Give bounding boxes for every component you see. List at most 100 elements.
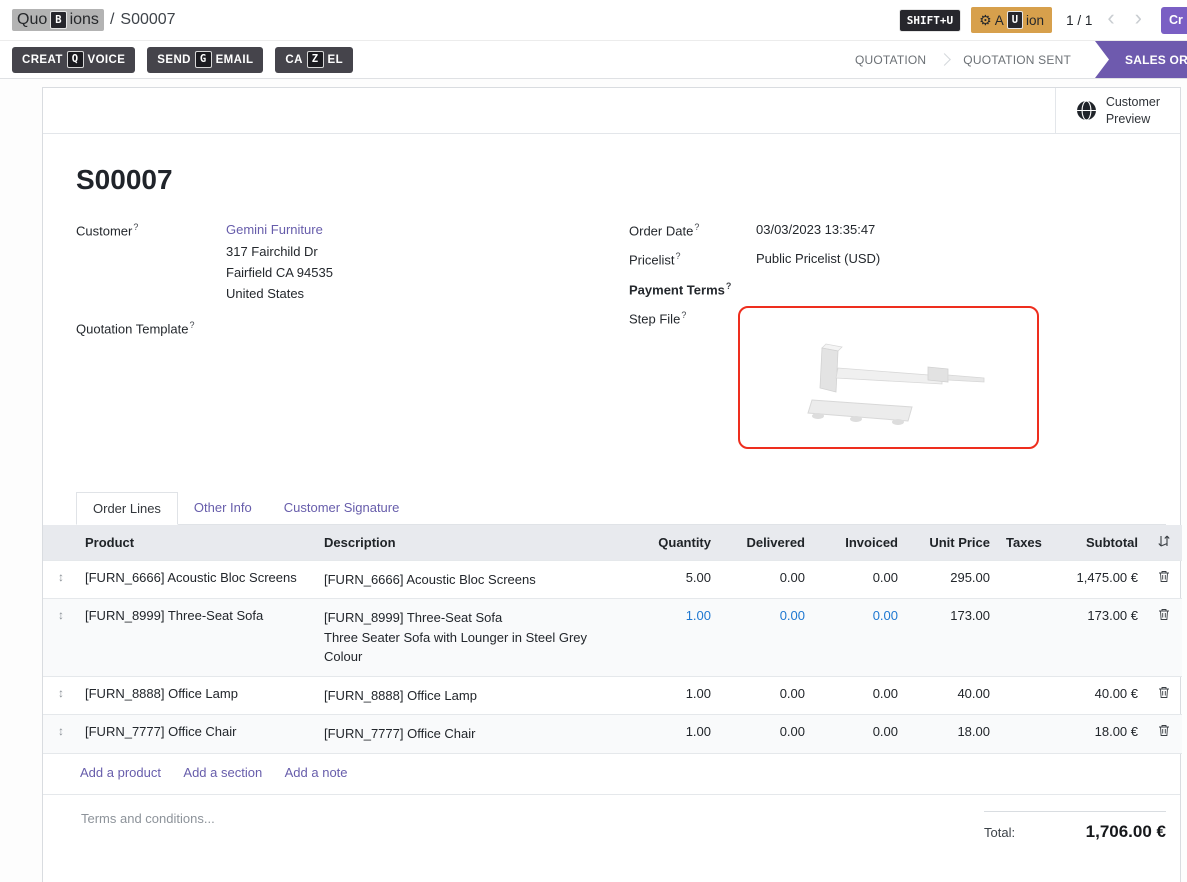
status-bar: QUOTATION QUOTATION SENT SALES ORDER (839, 41, 1187, 78)
pager-counter: 1 / 1 (1066, 13, 1092, 28)
cell-subtotal: 1,475.00 € (1046, 560, 1146, 599)
cell-invoiced[interactable]: 0.00 (813, 599, 906, 677)
drag-handle-icon[interactable]: ↕ (43, 676, 77, 715)
help-icon: ? (133, 222, 138, 232)
column-header-taxes[interactable]: Taxes (998, 525, 1046, 561)
total-label: Total: (984, 825, 1015, 840)
status-step-quotation[interactable]: QUOTATION (839, 41, 942, 78)
column-header-subtotal[interactable]: Subtotal (1046, 525, 1146, 561)
cell-subtotal: 40.00 € (1046, 676, 1146, 715)
add-section-link[interactable]: Add a section (183, 765, 262, 780)
field-payment-terms: Payment Terms? (629, 281, 1166, 297)
cell-quantity[interactable]: 1.00 (626, 715, 719, 754)
cancel-button[interactable]: CA Z EL (275, 47, 353, 73)
column-header-quantity[interactable]: Quantity (626, 525, 719, 561)
create-button-partial[interactable]: Cr (1161, 7, 1187, 34)
cell-description[interactable]: [FURN_8888] Office Lamp (316, 676, 626, 715)
cell-invoiced[interactable]: 0.00 (813, 676, 906, 715)
create-invoice-label-post: VOICE (88, 54, 126, 66)
cell-quantity[interactable]: 1.00 (626, 676, 719, 715)
customer-preview-label: Customer Preview (1106, 94, 1160, 127)
tab-other-info[interactable]: Other Info (178, 492, 268, 524)
cell-unit-price[interactable]: 295.00 (906, 560, 998, 599)
action-menu-button[interactable]: ⚙ A U ion (971, 7, 1052, 33)
cell-description[interactable]: [FURN_6666] Acoustic Bloc Screens (316, 560, 626, 599)
cell-delivered[interactable]: 0.00 (719, 676, 813, 715)
create-invoice-button[interactable]: CREAT Q VOICE (12, 47, 135, 73)
drag-handle-icon[interactable]: ↕ (43, 715, 77, 754)
cell-delivered[interactable]: 0.00 (719, 715, 813, 754)
cell-description[interactable]: [FURN_7777] Office Chair (316, 715, 626, 754)
order-lines-footer: Add a product Add a section Add a note (43, 754, 1180, 795)
pager-next-button[interactable]: › (1130, 7, 1147, 29)
order-date-value[interactable]: 03/03/2023 13:35:47 (756, 222, 875, 238)
order-lines-section: Product Description Quantity Delivered I… (43, 525, 1180, 795)
delete-row-button[interactable] (1146, 715, 1182, 754)
notebook-tabs: Order Lines Other Info Customer Signatur… (76, 492, 1166, 525)
cell-product[interactable]: [FURN_8888] Office Lamp (77, 676, 316, 715)
column-header-invoiced[interactable]: Invoiced (813, 525, 906, 561)
total-box: Total: 1,706.00 € (984, 811, 1166, 842)
table-row[interactable]: ↕ [FURN_8888] Office Lamp [FURN_8888] Of… (43, 676, 1182, 715)
trash-icon (1158, 608, 1170, 621)
breadcrumb-parent-text-pre: Quo (17, 11, 47, 29)
cell-unit-price[interactable]: 40.00 (906, 676, 998, 715)
column-header-delivered[interactable]: Delivered (719, 525, 813, 561)
page-title: S00007 (76, 164, 1166, 196)
trash-icon (1158, 686, 1170, 699)
step-file-preview[interactable] (738, 306, 1039, 449)
column-header-product[interactable]: Product (77, 525, 316, 561)
cell-invoiced[interactable]: 0.00 (813, 715, 906, 754)
breadcrumb-parent-link[interactable]: Quo B ions (12, 9, 104, 31)
status-step-quotation-sent[interactable]: QUOTATION SENT (947, 41, 1087, 78)
delete-row-button[interactable] (1146, 560, 1182, 599)
cell-description[interactable]: [FURN_8999] Three-Seat Sofa Three Seater… (316, 599, 626, 677)
cell-quantity[interactable]: 5.00 (626, 560, 719, 599)
tab-customer-signature[interactable]: Customer Signature (268, 492, 416, 524)
customer-preview-button[interactable]: Customer Preview (1055, 88, 1180, 133)
cell-delivered[interactable]: 0.00 (719, 560, 813, 599)
optional-columns-toggle[interactable] (1146, 525, 1182, 561)
pricelist-value[interactable]: Public Pricelist (USD) (756, 251, 880, 267)
cell-unit-price[interactable]: 173.00 (906, 599, 998, 677)
delete-row-button[interactable] (1146, 599, 1182, 677)
delete-row-button[interactable] (1146, 676, 1182, 715)
hint-badge-q: Q (67, 51, 84, 69)
table-row[interactable]: ↕ [FURN_8999] Three-Seat Sofa [FURN_8999… (43, 599, 1182, 677)
cell-taxes[interactable] (998, 599, 1046, 677)
cell-product[interactable]: [FURN_8999] Three-Seat Sofa (77, 599, 316, 677)
action-menu-text-post: ion (1026, 13, 1044, 28)
chevron-right-icon: › (1135, 5, 1142, 30)
add-product-link[interactable]: Add a product (80, 765, 161, 780)
field-grid: Customer? Gemini Furniture 317 Fairchild… (76, 222, 1166, 462)
cell-delivered[interactable]: 0.00 (719, 599, 813, 677)
add-note-link[interactable]: Add a note (285, 765, 348, 780)
cell-taxes[interactable] (998, 715, 1046, 754)
order-date-label: Order Date? (629, 222, 756, 238)
status-step-sales-order[interactable]: SALES ORDER (1095, 41, 1187, 78)
cell-product[interactable]: [FURN_6666] Acoustic Bloc Screens (77, 560, 316, 599)
send-by-email-button[interactable]: SEND G EMAIL (147, 47, 263, 73)
cell-unit-price[interactable]: 18.00 (906, 715, 998, 754)
drag-handle-icon[interactable]: ↕ (43, 599, 77, 677)
table-row[interactable]: ↕ [FURN_6666] Acoustic Bloc Screens [FUR… (43, 560, 1182, 599)
drag-handle-icon[interactable]: ↕ (43, 560, 77, 599)
help-icon: ? (694, 222, 699, 232)
cell-taxes[interactable] (998, 560, 1046, 599)
send-by-email-label-pre: SEND (157, 54, 191, 66)
tab-order-lines[interactable]: Order Lines (76, 492, 178, 525)
action-menu-text-pre: A (995, 13, 1004, 28)
cell-quantity[interactable]: 1.00 (626, 599, 719, 677)
column-header-unit-price[interactable]: Unit Price (906, 525, 998, 561)
action-bar: CREAT Q VOICE SEND G EMAIL CA Z EL QUOTA… (0, 40, 1187, 79)
cell-subtotal: 18.00 € (1046, 715, 1146, 754)
column-header-description[interactable]: Description (316, 525, 626, 561)
table-row[interactable]: ↕ [FURN_7777] Office Chair [FURN_7777] O… (43, 715, 1182, 754)
cell-taxes[interactable] (998, 676, 1046, 715)
terms-placeholder[interactable]: Terms and conditions... (76, 811, 215, 826)
pager-prev-button[interactable]: ‹ (1102, 7, 1119, 29)
cell-invoiced[interactable]: 0.00 (813, 560, 906, 599)
chevron-left-icon: ‹ (1107, 5, 1114, 30)
customer-link[interactable]: Gemini Furniture (226, 222, 323, 237)
cell-product[interactable]: [FURN_7777] Office Chair (77, 715, 316, 754)
